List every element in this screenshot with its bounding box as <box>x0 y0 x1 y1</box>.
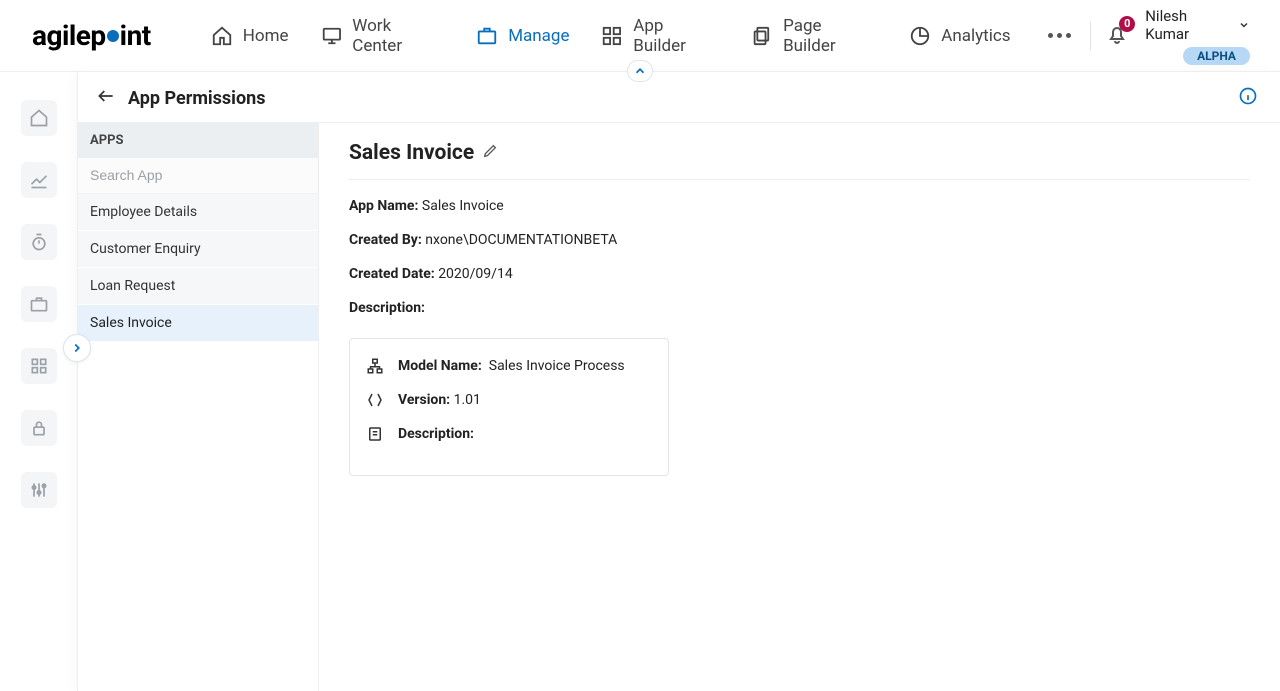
notif-badge: 0 <box>1119 16 1135 32</box>
app-item-sales-invoice[interactable]: Sales Invoice <box>78 305 318 342</box>
nav-manage-label: Manage <box>508 26 569 46</box>
field-description: Description: <box>349 300 1250 316</box>
app-item-label: Sales Invoice <box>90 315 172 331</box>
version-icon <box>366 391 384 409</box>
home-icon <box>211 25 233 47</box>
briefcase-icon <box>476 25 498 47</box>
monitor-icon <box>321 25 343 47</box>
rail-timer[interactable] <box>21 224 57 260</box>
stopwatch-icon <box>29 232 49 252</box>
grid-icon <box>29 356 49 376</box>
app-item-loan-request[interactable]: Loan Request <box>78 268 318 305</box>
user-menu[interactable]: Nilesh Kumar <box>1145 7 1250 43</box>
edit-title-button[interactable] <box>482 143 498 163</box>
app-item-label: Customer Enquiry <box>90 241 201 257</box>
info-button[interactable] <box>1238 86 1258 110</box>
apps-header: APPS <box>78 123 318 158</box>
nav-home[interactable]: Home <box>211 25 289 47</box>
back-button[interactable] <box>96 86 116 110</box>
nav-app-builder[interactable]: App Builder <box>601 16 719 56</box>
nav-home-label: Home <box>243 26 289 46</box>
search-apps-input[interactable] <box>90 167 306 183</box>
document-icon <box>366 425 384 443</box>
nav-manage[interactable]: Manage <box>476 25 569 47</box>
sliders-icon <box>29 480 49 500</box>
app-item-employee-details[interactable]: Employee Details <box>78 194 318 231</box>
notifications-bell[interactable]: 0 <box>1105 22 1129 50</box>
rail-briefcase[interactable] <box>21 286 57 322</box>
rail-controls[interactable] <box>21 472 57 508</box>
top-nav: Home Work Center Manage App Builder Page… <box>211 16 1076 56</box>
topbar-right: 0 Nilesh Kumar ALPHA <box>1076 7 1250 65</box>
field-app-name: App Name: Sales Invoice <box>349 198 1250 214</box>
chevron-right-icon <box>70 341 84 355</box>
nav-separator <box>1090 21 1091 51</box>
pencil-icon <box>482 143 498 159</box>
nav-analytics-label: Analytics <box>941 26 1010 46</box>
rail-apps[interactable] <box>21 348 57 384</box>
nav-work-center[interactable]: Work Center <box>321 16 445 56</box>
model-version-row: Version: 1.01 <box>366 391 652 409</box>
model-description-row: Description: <box>366 425 652 443</box>
left-rail <box>0 72 78 691</box>
nav-work-center-label: Work Center <box>352 16 444 56</box>
rail-expand[interactable] <box>63 334 91 362</box>
nav-page-builder-label: Page Builder <box>783 16 877 56</box>
apps-search-row <box>78 158 318 194</box>
field-created-date: Created Date: 2020/09/14 <box>349 266 1250 282</box>
nav-app-builder-label: App Builder <box>633 16 719 56</box>
nav-more[interactable] <box>1043 19 1077 53</box>
apps-panel: APPS Employee Details Customer Enquiry L… <box>78 123 318 691</box>
detail-title: Sales Invoice <box>349 141 474 165</box>
arrow-left-icon <box>96 86 116 106</box>
detail-panel: Sales Invoice App Name: Sales Invoice Cr… <box>318 123 1280 691</box>
app-item-label: Employee Details <box>90 204 197 220</box>
diagram-icon <box>366 357 384 375</box>
brand-logo: agilepint <box>32 19 151 52</box>
lock-icon <box>29 418 49 438</box>
chevron-up-icon <box>633 64 647 78</box>
rail-security[interactable] <box>21 410 57 446</box>
home-icon <box>29 108 49 128</box>
rail-home[interactable] <box>21 100 57 136</box>
field-created-by: Created By: nxone\DOCUMENTATIONBETA <box>349 232 1250 248</box>
model-card: Model Name: Sales Invoice Process Versio… <box>349 338 669 476</box>
app-item-customer-enquiry[interactable]: Customer Enquiry <box>78 231 318 268</box>
chevron-down-icon <box>1238 19 1250 31</box>
info-icon <box>1238 86 1258 106</box>
app-item-label: Loan Request <box>90 278 175 294</box>
grid-icon <box>601 25 623 47</box>
copy-icon <box>751 25 773 47</box>
page-head: App Permissions <box>78 72 1280 122</box>
nav-analytics[interactable]: Analytics <box>909 25 1010 47</box>
model-name-row: Model Name: Sales Invoice Process <box>366 357 652 375</box>
pie-icon <box>909 25 931 47</box>
chart-icon <box>29 170 49 190</box>
rail-trends[interactable] <box>21 162 57 198</box>
user-name-label: Nilesh Kumar <box>1145 7 1234 43</box>
main-panel: App Permissions APPS Employee Details Cu… <box>78 72 1280 691</box>
nav-page-builder[interactable]: Page Builder <box>751 16 877 56</box>
page-title: App Permissions <box>128 88 1226 109</box>
briefcase-icon <box>29 294 49 314</box>
topbar: agilepint Home Work Center Manage App Bu… <box>0 0 1280 72</box>
brand-dot-icon <box>107 30 119 42</box>
alpha-badge: ALPHA <box>1183 47 1250 65</box>
collapse-topbar[interactable] <box>627 60 653 82</box>
